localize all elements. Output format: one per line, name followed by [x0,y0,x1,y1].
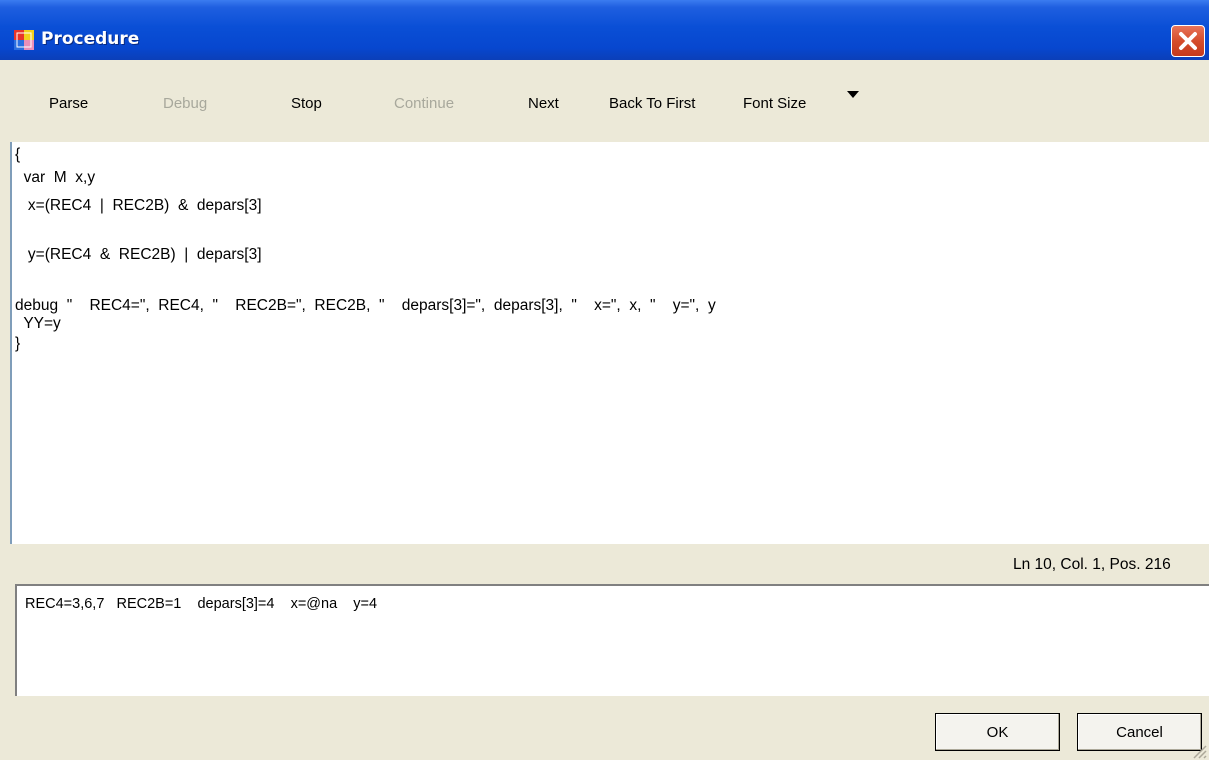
continue-button[interactable]: Continue [394,95,454,112]
debug-output[interactable]: REC4=3,6,7 REC2B=1 depars[3]=4 x=@na y=4 [15,584,1209,696]
back-to-first-button[interactable]: Back To First [609,95,695,112]
title-bar[interactable]: Procedure [0,0,1209,60]
cursor-position: Ln 10, Col. 1, Pos. 216 [1013,556,1171,573]
cancel-button[interactable]: Cancel [1077,713,1202,751]
dialog-button-bar: OK Cancel [0,696,1209,760]
code-line: y=(REC4 & REC2B) | depars[3] [15,246,262,263]
next-button[interactable]: Next [528,95,559,112]
window-title: Procedure [41,29,140,49]
code-line: debug " REC4=", REC4, " REC2B=", REC2B, … [15,297,716,314]
toolbar: Parse Debug Stop Continue Next Back To F… [0,60,1209,142]
debug-button[interactable]: Debug [163,95,207,112]
parse-button[interactable]: Parse [49,95,88,112]
code-line: var M x,y [15,169,96,186]
code-line: } [15,335,21,352]
close-button[interactable] [1171,25,1205,57]
resize-grip-icon[interactable] [1188,740,1208,760]
debug-output-text: REC4=3,6,7 REC2B=1 depars[3]=4 x=@na y=4 [25,596,378,612]
font-size-button[interactable]: Font Size [743,95,806,112]
procedure-window: Procedure Parse Debug Stop Continue Next… [0,0,1209,760]
code-line: { [15,146,21,163]
code-line: YY=y [15,315,61,332]
stop-button[interactable]: Stop [291,95,322,112]
procedure-app-icon [14,30,34,50]
code-editor[interactable]: { var M x,y x=(REC4 | REC2B) & depars[3]… [10,142,1209,544]
triangle-down-icon[interactable] [845,87,861,98]
code-line: x=(REC4 | REC2B) & depars[3] [15,197,262,214]
status-bar: Ln 10, Col. 1, Pos. 216 [0,544,1209,584]
ok-button[interactable]: OK [935,713,1060,751]
